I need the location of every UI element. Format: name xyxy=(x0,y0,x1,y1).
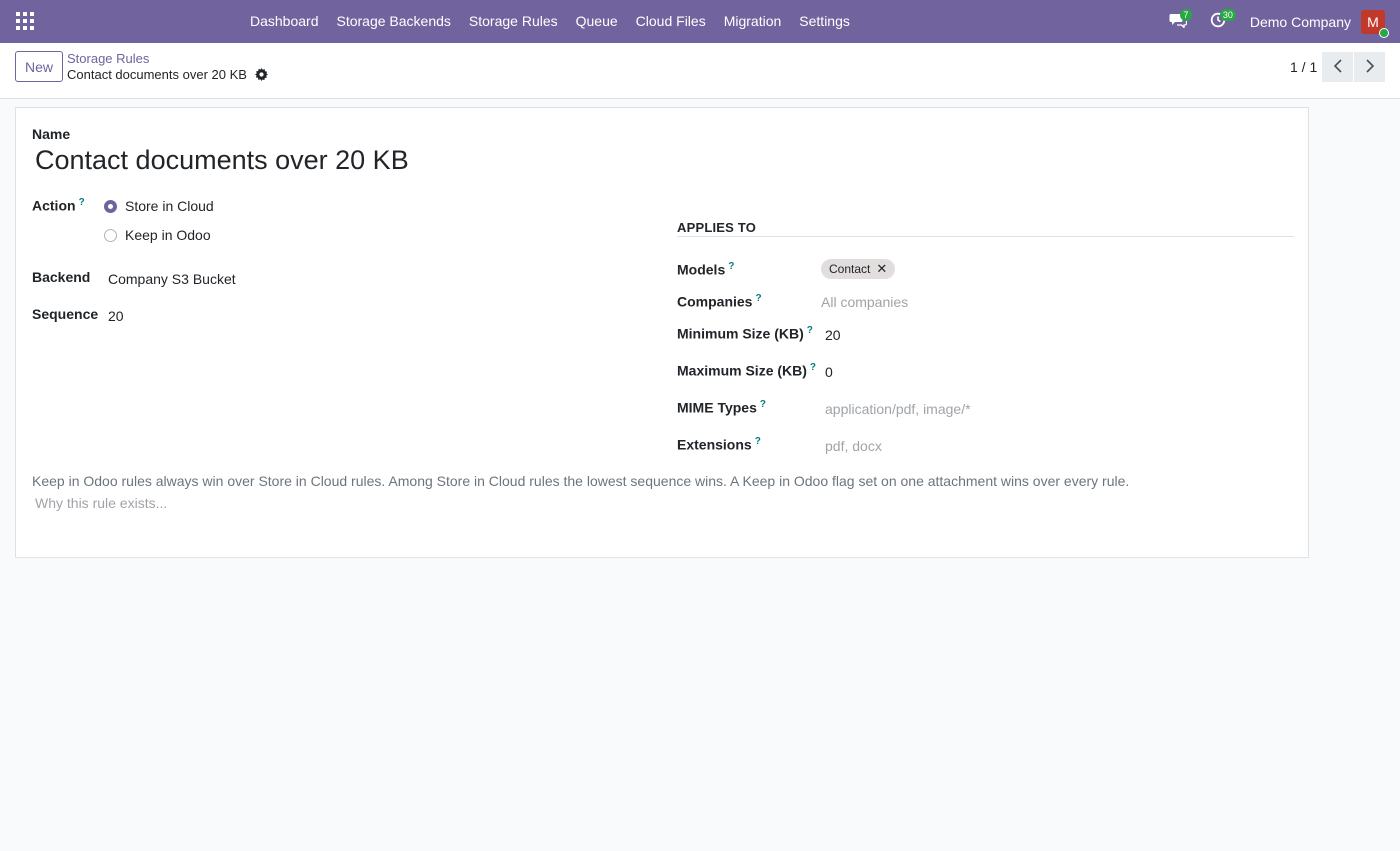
avatar-initial: M xyxy=(1367,13,1379,30)
max-size-field[interactable]: 0 xyxy=(825,364,833,380)
notes-field[interactable]: Why this rule exists... xyxy=(35,495,167,511)
min-size-label: Minimum Size (KB)? xyxy=(677,325,813,342)
online-status-dot xyxy=(1379,27,1389,38)
model-tag-label: Contact xyxy=(829,262,871,276)
top-navbar: Dashboard Storage Backends Storage Rules… xyxy=(0,0,1400,43)
max-size-label-text: Maximum Size (KB) xyxy=(677,362,807,379)
menu-item-dashboard[interactable]: Dashboard xyxy=(241,0,328,43)
breadcrumb-parent-link[interactable]: Storage Rules xyxy=(67,51,149,66)
name-field[interactable]: Contact documents over 20 KB xyxy=(35,145,409,176)
radio-store-in-cloud-label: Store in Cloud xyxy=(125,198,214,214)
action-option-store-in-cloud[interactable]: Store in Cloud xyxy=(104,198,214,214)
companies-label-text: Companies xyxy=(677,293,753,310)
form-sheet: Name Contact documents over 20 KB Action… xyxy=(15,107,1309,558)
sequence-label: Sequence xyxy=(32,306,99,322)
messages-count-badge: 7 xyxy=(1179,9,1192,21)
action-label: Action? xyxy=(32,197,85,214)
backend-label: Backend xyxy=(32,269,91,285)
radio-keep-in-odoo-label: Keep in Odoo xyxy=(125,227,211,243)
min-size-label-text: Minimum Size (KB) xyxy=(677,325,804,342)
activities-button[interactable]: 30 xyxy=(1198,0,1238,43)
action-option-keep-in-odoo[interactable]: Keep in Odoo xyxy=(104,227,211,243)
sequence-field[interactable]: 20 xyxy=(108,308,124,324)
mime-types-field[interactable]: application/pdf, image/* xyxy=(825,401,971,417)
models-label-text: Models xyxy=(677,261,726,278)
activities-count-badge: 30 xyxy=(1219,9,1236,21)
control-panel: New Storage Rules Contact documents over… xyxy=(0,43,1400,99)
models-label: Models? xyxy=(677,261,734,278)
extensions-help-icon[interactable]: ? xyxy=(755,436,761,447)
chevron-right-icon xyxy=(1365,58,1375,76)
models-help-icon[interactable]: ? xyxy=(728,261,734,272)
extensions-field[interactable]: pdf, docx xyxy=(825,438,882,454)
extensions-label: Extensions? xyxy=(677,436,761,453)
pager-previous-button[interactable] xyxy=(1322,52,1353,82)
applies-to-section-title: APPLIES TO xyxy=(677,220,757,235)
radio-store-in-cloud[interactable] xyxy=(104,199,117,213)
main-menu: Dashboard Storage Backends Storage Rules… xyxy=(241,0,859,43)
companies-field[interactable]: All companies xyxy=(821,294,908,310)
extensions-label-text: Extensions xyxy=(677,436,752,453)
companies-label: Companies? xyxy=(677,293,762,310)
apps-menu-icon[interactable] xyxy=(16,12,34,30)
action-help-icon[interactable]: ? xyxy=(79,197,85,208)
messages-button[interactable]: 7 xyxy=(1158,0,1198,43)
user-avatar[interactable]: M xyxy=(1361,9,1389,38)
companies-help-icon[interactable]: ? xyxy=(755,293,761,304)
radio-keep-in-odoo[interactable] xyxy=(104,228,117,242)
menu-item-cloud-files[interactable]: Cloud Files xyxy=(627,0,715,43)
min-size-field[interactable]: 20 xyxy=(825,327,841,343)
rule-priority-help-text: Keep in Odoo rules always win over Store… xyxy=(32,473,1130,489)
pager-value[interactable]: 1 / 1 xyxy=(1290,59,1317,75)
max-size-label: Maximum Size (KB)? xyxy=(677,362,816,379)
menu-item-queue[interactable]: Queue xyxy=(567,0,627,43)
company-switcher[interactable]: Demo Company xyxy=(1238,14,1361,30)
action-label-text: Action xyxy=(32,197,76,214)
menu-item-storage-rules[interactable]: Storage Rules xyxy=(460,0,567,43)
max-size-help-icon[interactable]: ? xyxy=(810,362,816,373)
chevron-left-icon xyxy=(1333,58,1343,76)
name-label: Name xyxy=(32,126,71,142)
backend-field[interactable]: Company S3 Bucket xyxy=(108,271,236,287)
min-size-help-icon[interactable]: ? xyxy=(807,325,813,336)
breadcrumb-current-label: Contact documents over 20 KB xyxy=(67,67,247,82)
section-divider xyxy=(677,236,1294,237)
new-button[interactable]: New xyxy=(15,51,63,82)
models-field[interactable]: Contact ✕ xyxy=(821,259,896,279)
gear-icon[interactable] xyxy=(254,68,268,81)
menu-item-storage-backends[interactable]: Storage Backends xyxy=(328,0,460,43)
menu-item-migration[interactable]: Migration xyxy=(715,0,791,43)
pager-next-button[interactable] xyxy=(1354,52,1385,82)
model-tag: Contact ✕ xyxy=(821,259,896,279)
menu-item-settings[interactable]: Settings xyxy=(790,0,859,43)
breadcrumb-current: Contact documents over 20 KB xyxy=(67,67,268,82)
remove-tag-icon[interactable]: ✕ xyxy=(876,261,887,277)
mime-types-label-text: MIME Types xyxy=(677,399,757,416)
mime-types-label: MIME Types? xyxy=(677,399,766,416)
mime-types-help-icon[interactable]: ? xyxy=(760,399,766,410)
